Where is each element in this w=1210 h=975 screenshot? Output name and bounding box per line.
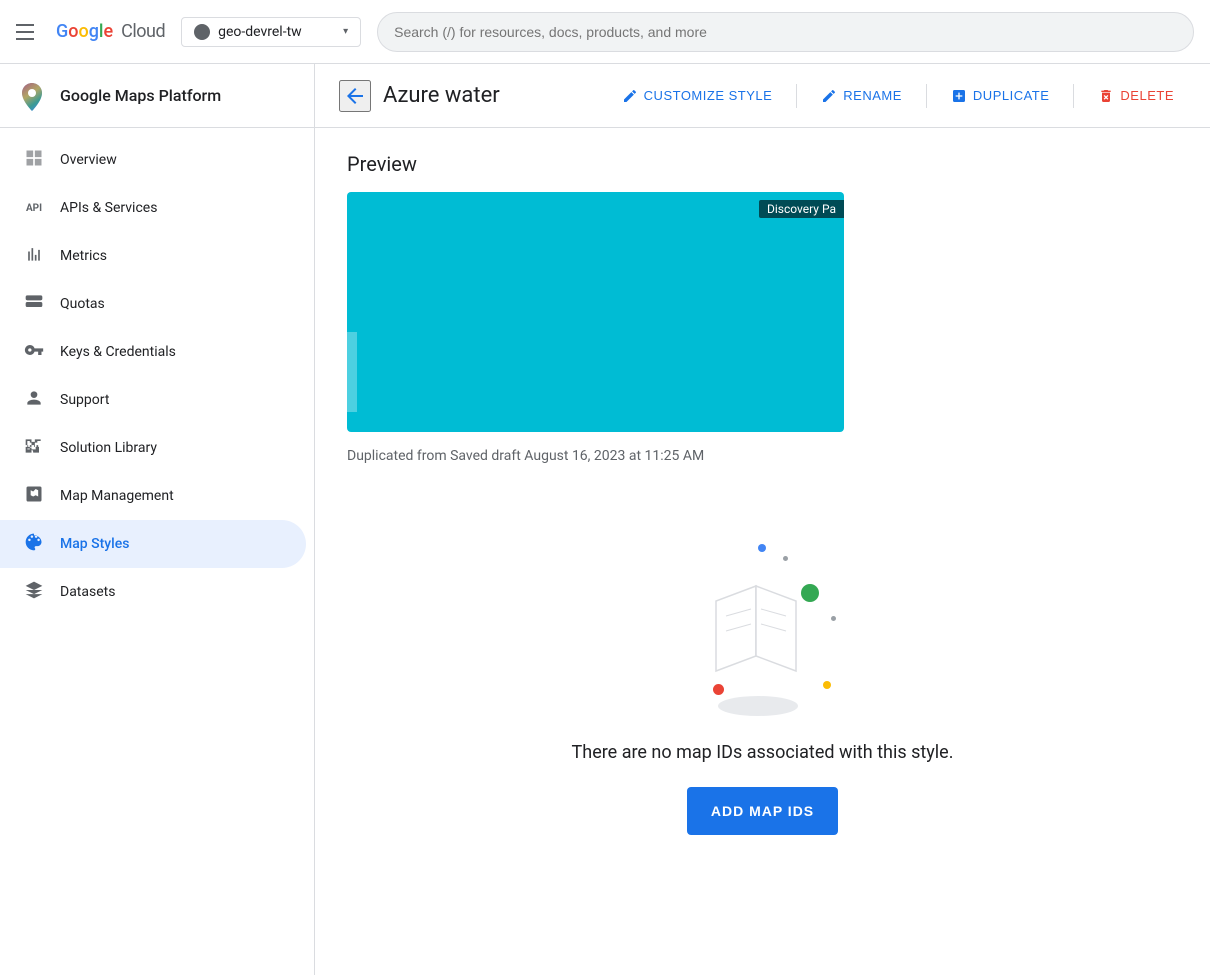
sidebar-item-solution[interactable]: Solution Library [0, 424, 306, 472]
rename-button[interactable]: RENAME [809, 78, 914, 114]
sidebar-item-metrics[interactable]: Metrics [0, 232, 306, 280]
layers-icon [24, 580, 44, 605]
sidebar-label-quotas: Quotas [60, 296, 105, 312]
sidebar-label-management: Map Management [60, 488, 174, 504]
blue-dot [758, 544, 766, 552]
map-shadow [718, 696, 798, 716]
yellow-dot [823, 681, 831, 689]
storage-icon [24, 292, 44, 317]
duplicate-info: Duplicated from Saved draft August 16, 2… [347, 448, 1178, 464]
sidebar-item-support[interactable]: Support [0, 376, 306, 424]
sidebar-title: Google Maps Platform [60, 86, 221, 105]
sidebar-label-apis: APIs & Services [60, 200, 157, 216]
preview-container: Discovery Pa [347, 192, 1178, 432]
api-icon: API [24, 203, 44, 214]
sidebar-item-apis[interactable]: API APIs & Services [0, 184, 306, 232]
preview-section-title: Preview [347, 152, 1178, 176]
sidebar-header: Google Maps Platform [0, 64, 314, 128]
delete-button[interactable]: DELETE [1086, 78, 1186, 114]
divider [1073, 84, 1074, 108]
customize-style-button[interactable]: CUSTOMIZE STYLE [610, 78, 785, 114]
no-map-ids-text: There are no map IDs associated with thi… [572, 742, 954, 763]
sidebar-label-keys: Keys & Credentials [60, 344, 176, 360]
sidebar-item-management[interactable]: Map Management [0, 472, 306, 520]
map-overlay-label: Discovery Pa [759, 200, 844, 218]
page-header: Azure water CUSTOMIZE STYLE RENAME DUPL [315, 64, 1210, 128]
sidebar-label-datasets: Datasets [60, 584, 115, 600]
person-icon [24, 388, 44, 413]
palette-icon [24, 532, 44, 557]
sidebar-item-keys[interactable]: Keys & Credentials [0, 328, 306, 376]
page-actions: CUSTOMIZE STYLE RENAME DUPLICATE [610, 78, 1186, 114]
map-book-svg [691, 566, 821, 696]
divider [796, 84, 797, 108]
search-input[interactable] [377, 12, 1194, 52]
google-cloud-logo: Google Cloud [56, 21, 165, 42]
sidebar-nav: Overview API APIs & Services Metrics Quo… [0, 128, 314, 624]
project-icon [194, 24, 210, 40]
maps-logo-icon [16, 80, 48, 112]
project-selector[interactable]: geo-devrel-tw ▾ [181, 17, 361, 47]
add-map-ids-button[interactable]: ADD MAP IDS [687, 787, 838, 835]
sidebar: Google Maps Platform Overview API APIs &… [0, 64, 315, 975]
hamburger-menu[interactable] [16, 20, 40, 44]
content-area: Preview Discovery Pa Duplicated from Sav… [315, 128, 1210, 975]
sidebar-item-datasets[interactable]: Datasets [0, 568, 306, 616]
sidebar-label-styles: Map Styles [60, 536, 129, 552]
mapbook-icon [24, 484, 44, 509]
page-title: Azure water [383, 83, 500, 108]
main-layout: Google Maps Platform Overview API APIs &… [0, 64, 1210, 975]
sidebar-item-overview[interactable]: Overview [0, 136, 306, 184]
sidebar-item-styles[interactable]: Map Styles [0, 520, 306, 568]
chart-icon [24, 244, 44, 269]
duplicate-button[interactable]: DUPLICATE [939, 78, 1062, 114]
small-dot-2 [831, 616, 836, 621]
key-icon [24, 340, 44, 365]
map-ids-section: There are no map IDs associated with thi… [347, 496, 1178, 875]
back-button[interactable] [339, 80, 371, 112]
map-illustration [663, 516, 863, 726]
small-dot-1 [783, 556, 788, 561]
sidebar-label-metrics: Metrics [60, 248, 107, 264]
sidebar-item-quotas[interactable]: Quotas [0, 280, 306, 328]
topbar: Google Cloud geo-devrel-tw ▾ [0, 0, 1210, 64]
grid-icon [24, 148, 44, 173]
sidebar-label-support: Support [60, 392, 109, 408]
puzzle-icon [24, 436, 44, 461]
chevron-down-icon: ▾ [343, 26, 348, 37]
divider [926, 84, 927, 108]
preview-map: Discovery Pa [347, 192, 844, 432]
sidebar-label-overview: Overview [60, 152, 117, 168]
map-road [347, 332, 357, 412]
sidebar-label-solution: Solution Library [60, 440, 157, 456]
